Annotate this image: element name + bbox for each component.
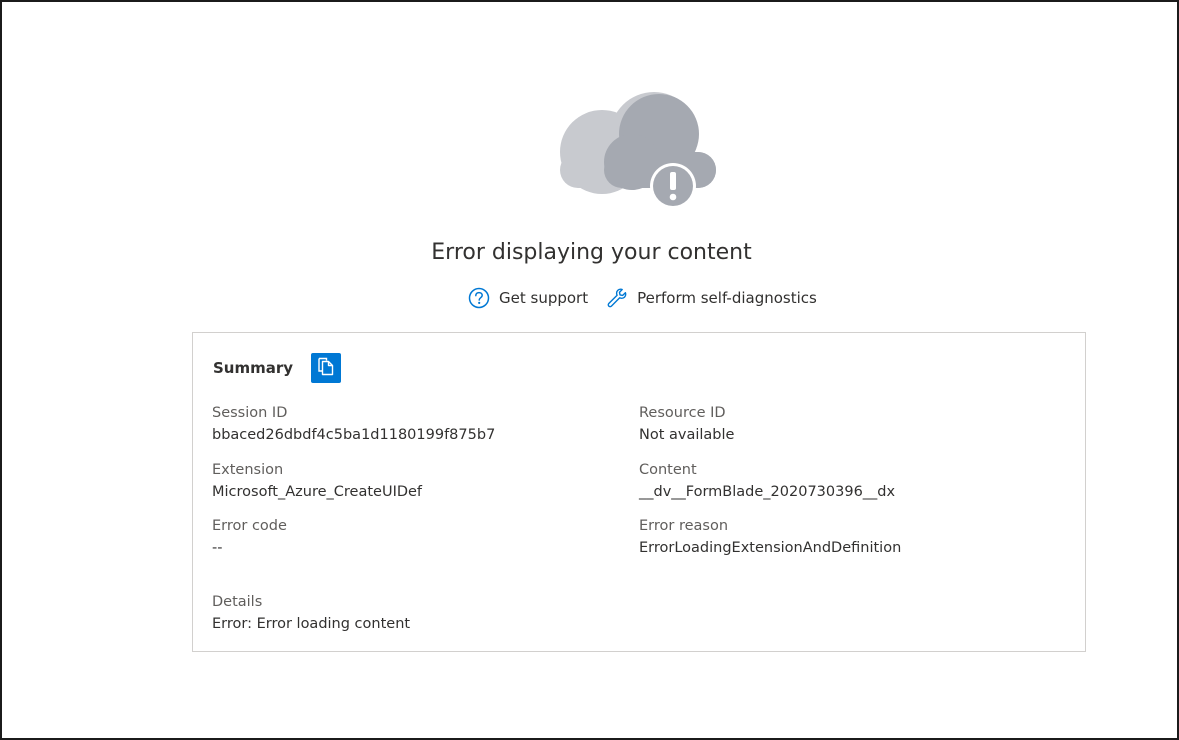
details-value: Error: Error loading content — [212, 616, 411, 632]
question-circle-icon — [468, 287, 490, 309]
get-support-label: Get support — [499, 289, 589, 307]
error-code-label: Error code — [212, 518, 287, 534]
error-reason-field: Error reason ErrorLoadingExtensionAndDef… — [639, 515, 901, 559]
error-reason-label: Error reason — [639, 518, 729, 534]
resource-id-field: Resource ID Not available — [639, 402, 734, 446]
error-code-field: Error code -- — [212, 515, 287, 559]
copy-icon — [316, 355, 336, 382]
get-support-link[interactable]: Get support — [468, 287, 588, 309]
summary-header: Summary — [213, 353, 342, 383]
details-field: Details Error: Error loading content — [212, 591, 410, 635]
session-id-field: Session ID bbaced26dbdf4c5ba1d1180199f87… — [212, 402, 495, 446]
extension-label: Extension — [212, 462, 284, 478]
extension-field: Extension Microsoft_Azure_CreateUIDef — [212, 459, 422, 503]
cloud-error-icon — [558, 88, 720, 210]
resource-id-label: Resource ID — [639, 405, 726, 421]
summary-panel: Summary Session ID bbaced26dbdf4c5ba1d11… — [192, 332, 1086, 652]
error-reason-value: ErrorLoadingExtensionAndDefinition — [639, 540, 902, 556]
content-label: Content — [639, 462, 697, 478]
details-label: Details — [212, 594, 263, 610]
error-actions: Get support Perform self-diagnostics — [468, 286, 817, 310]
copy-button[interactable] — [311, 353, 342, 383]
resource-id-value: Not available — [639, 427, 735, 443]
error-title: Error displaying your content — [431, 240, 752, 265]
error-page: Error displaying your content Get suppor… — [0, 0, 1179, 740]
extension-value: Microsoft_Azure_CreateUIDef — [212, 484, 423, 500]
wrench-icon — [606, 287, 628, 309]
error-code-value: -- — [212, 540, 223, 556]
session-id-label: Session ID — [212, 405, 288, 421]
self-diagnostics-label: Perform self-diagnostics — [637, 289, 817, 307]
content-value: __dv__FormBlade_2020730396__dx — [639, 484, 896, 500]
self-diagnostics-link[interactable]: Perform self-diagnostics — [606, 287, 817, 309]
session-id-value: bbaced26dbdf4c5ba1d1180199f875b7 — [212, 427, 496, 443]
content-field: Content __dv__FormBlade_2020730396__dx — [639, 459, 895, 503]
summary-title: Summary — [213, 359, 294, 377]
